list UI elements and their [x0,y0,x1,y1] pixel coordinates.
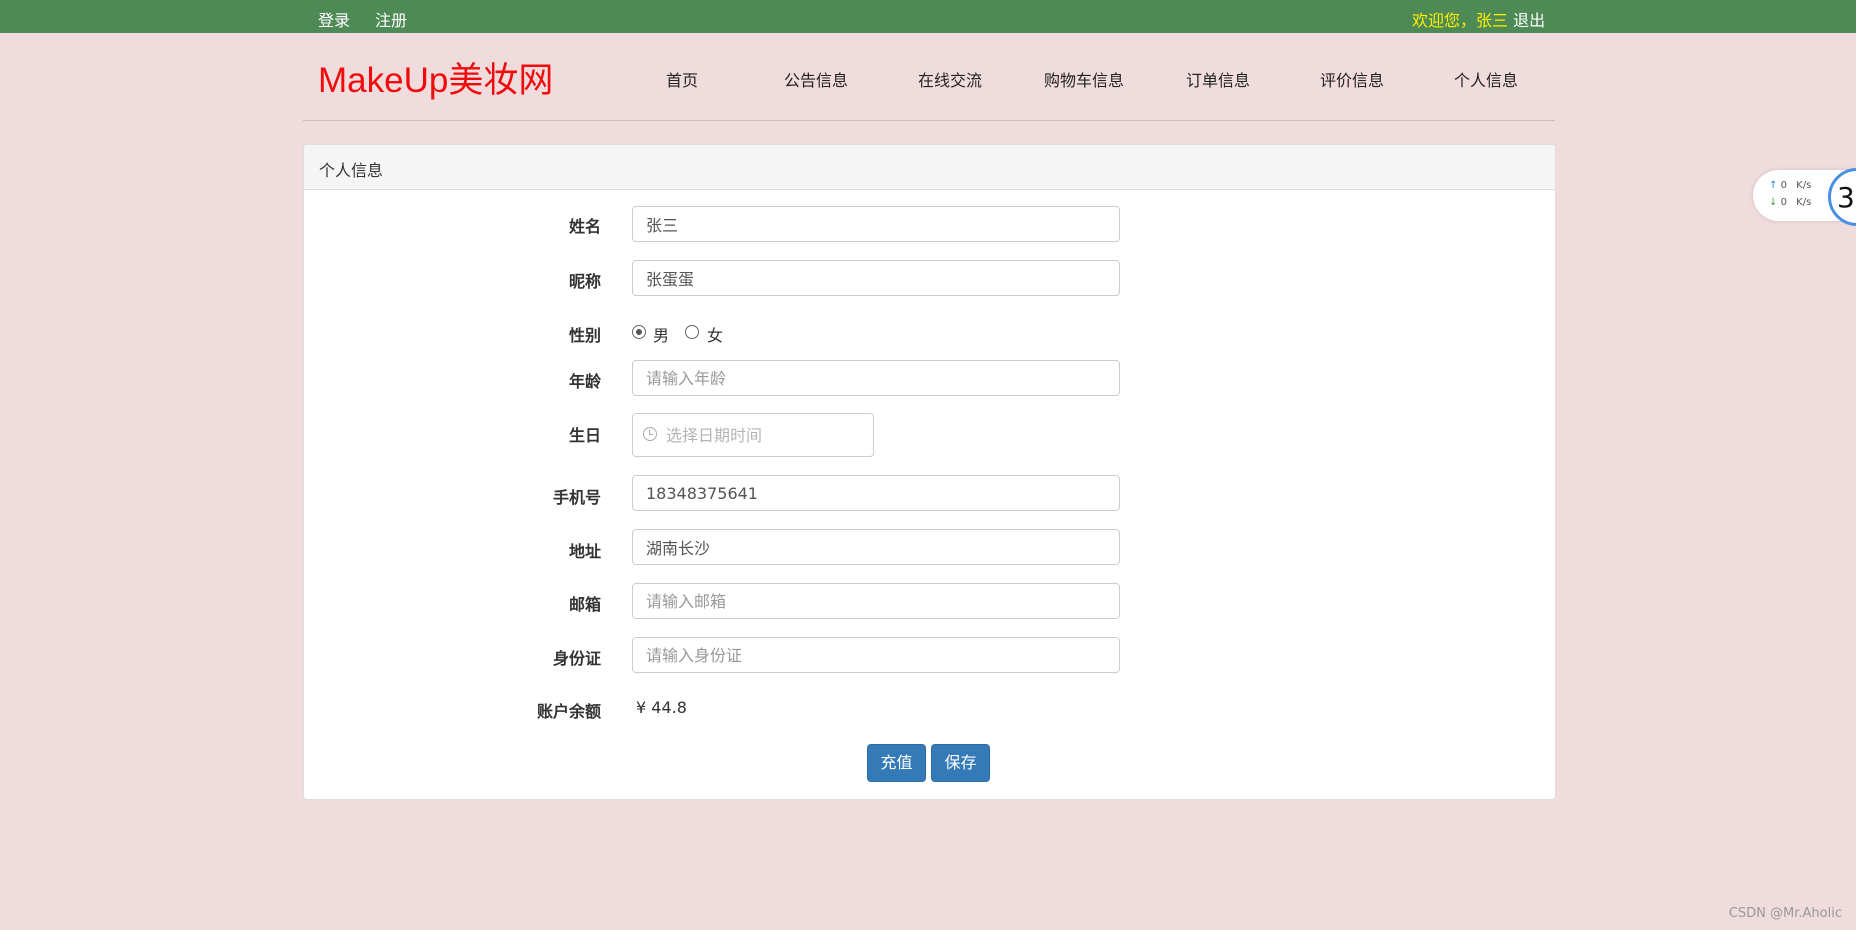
address-label: 地址 [568,542,601,561]
arrow-down-icon: ↓ [1769,197,1778,208]
recharge-button[interactable]: 充值 [867,744,926,782]
nav-announcements[interactable]: 公告信息 [749,67,883,91]
gender-female-radio[interactable] [685,325,699,339]
phone-input[interactable] [632,475,1120,511]
nav-online-chat[interactable]: 在线交流 [883,67,1017,91]
watermark: CSDN @Mr.Aholic [1728,906,1842,921]
clock-icon [643,427,657,441]
login-link[interactable]: 登录 [318,7,350,31]
upload-speed: ↑ 0 K/s [1769,180,1811,191]
network-speed-widget[interactable]: ↑ 0 K/s ↓ 0 K/s 39 [1753,168,1856,226]
nav-profile[interactable]: 个人信息 [1419,67,1553,91]
gender-label: 性别 [568,326,601,345]
email-label: 邮箱 [568,595,601,614]
age-input[interactable] [632,360,1120,396]
upload-value: 0 [1780,180,1787,191]
save-button[interactable]: 保存 [931,744,990,782]
age-label: 年龄 [568,372,601,391]
email-input[interactable] [632,583,1120,619]
gender-male-radio[interactable] [632,325,646,339]
balance-value: ¥ 44.8 [636,698,687,717]
balance-label: 账户余额 [536,702,601,721]
phone-label: 手机号 [552,488,601,507]
upload-unit: K/s [1796,180,1812,191]
arrow-up-icon: ↑ [1769,180,1778,191]
birthday-picker[interactable] [632,413,874,457]
nav-reviews[interactable]: 评价信息 [1285,67,1419,91]
nav-home[interactable]: 首页 [615,67,749,91]
nickname-label: 昵称 [568,272,601,291]
nickname-input[interactable] [632,260,1120,296]
idcard-input[interactable] [632,637,1120,673]
nav-cart[interactable]: 购物车信息 [1017,67,1151,91]
speed-circle: 39 [1828,168,1856,226]
welcome-text: 欢迎您，张三 [1412,11,1509,30]
panel-title: 个人信息 [319,161,384,180]
gender-female-label: 女 [707,326,724,345]
logout-link[interactable]: 退出 [1513,11,1545,30]
download-speed: ↓ 0 K/s [1769,197,1811,208]
name-input[interactable] [632,206,1120,242]
idcard-label: 身份证 [552,649,601,668]
address-input[interactable] [632,529,1120,565]
nav-orders[interactable]: 订单信息 [1151,67,1285,91]
name-label: 姓名 [568,217,601,236]
welcome-area: 欢迎您，张三 退出 [1412,7,1545,31]
speed-number: 39 [1837,181,1856,214]
top-bar: 登录 注册 欢迎您，张三 退出 [0,0,1856,33]
header-divider [303,120,1555,121]
gender-male-label: 男 [653,326,670,345]
download-unit: K/s [1796,197,1812,208]
site-logo[interactable]: MakeUp美妆网 [318,52,553,103]
birthday-label: 生日 [568,426,601,445]
register-link[interactable]: 注册 [375,7,407,31]
download-value: 0 [1780,197,1787,208]
panel-header: 个人信息 [304,145,1555,190]
